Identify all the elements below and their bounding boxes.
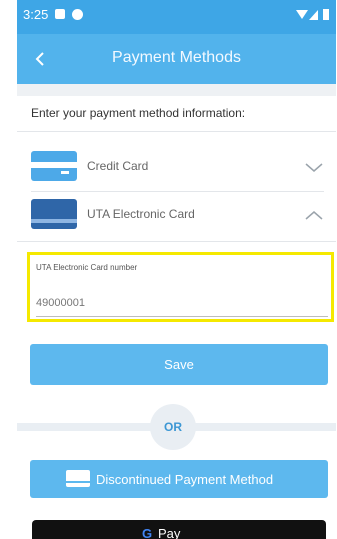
method-label: Credit Card: [87, 159, 149, 173]
sync-icon: [72, 9, 83, 20]
chevron-down-icon: [305, 163, 323, 172]
method-row-credit-card[interactable]: Credit Card: [17, 145, 336, 189]
page-title: Payment Methods: [112, 49, 241, 66]
card-icon: [66, 470, 90, 487]
method-row-uta-card[interactable]: UTA Electronic Card: [17, 193, 336, 237]
divider: [17, 131, 336, 132]
battery-icon: [323, 9, 329, 20]
notification-icon: [55, 9, 65, 19]
status-time: 3:25: [23, 7, 49, 22]
credit-card-icon: [31, 151, 77, 181]
app-bar: Payment Methods: [17, 34, 336, 84]
uta-card-icon: [31, 199, 77, 229]
status-bar: 3:25: [17, 0, 336, 34]
discontinued-payment-button[interactable]: Discontinued Payment Method: [30, 460, 328, 498]
intro-text: Enter your payment method information:: [31, 106, 246, 120]
highlight-box: [27, 252, 334, 322]
wifi-icon: [296, 10, 308, 19]
google-pay-button[interactable]: G Pay: [32, 520, 326, 539]
google-g-icon: G: [142, 526, 153, 539]
chevron-up-icon: [305, 211, 323, 220]
discontinued-label: Discontinued Payment Method: [96, 472, 274, 487]
method-label: UTA Electronic Card: [87, 207, 195, 221]
divider: [17, 241, 336, 242]
or-badge: OR: [150, 404, 196, 450]
divider: [31, 191, 324, 192]
signal-icon: [309, 10, 318, 20]
section-spacer: [17, 84, 336, 96]
save-button[interactable]: Save: [30, 344, 328, 385]
gpay-label: Pay: [158, 526, 181, 539]
phone-screen: 3:25 Payment Methods Enter your payment …: [17, 0, 336, 539]
